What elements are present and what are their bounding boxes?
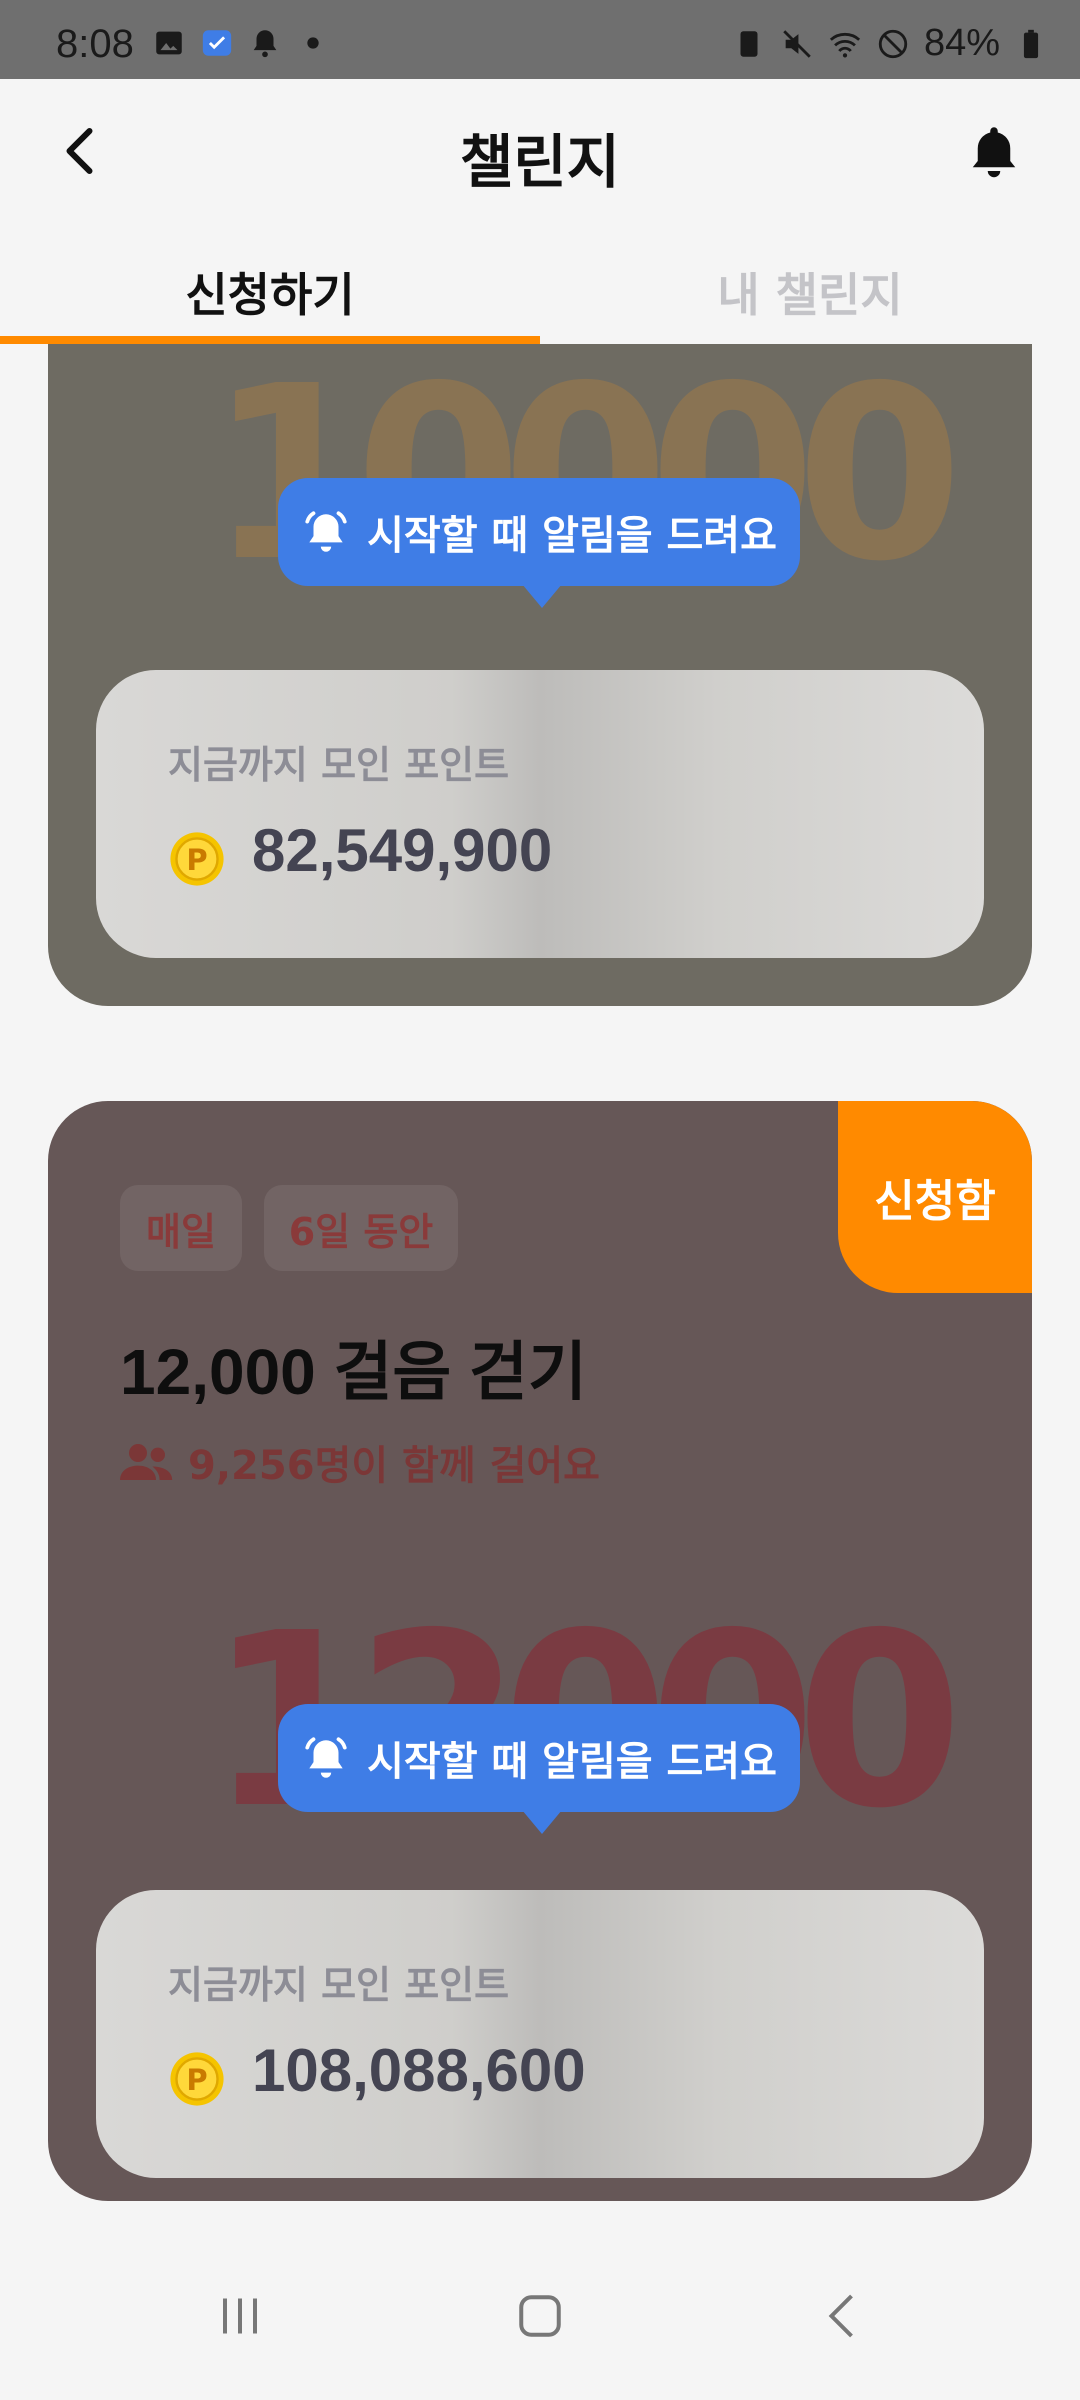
- tooltip-text: 시작할 때 알림을 드려요: [367, 1739, 777, 1785]
- challenge-card[interactable]: 신청함 매일 6일 동안 12,000 걸음 걷기 9,256명이 함께 걸어요…: [48, 1101, 1032, 2201]
- participants-text: 9,256명이 함께 걸어요: [188, 1443, 600, 1489]
- challenge-title: 12,000 걸음 걷기: [120, 1336, 587, 1408]
- tab-my-challenges[interactable]: 내 챌린지: [540, 229, 1080, 344]
- bell-icon[interactable]: [964, 119, 1024, 183]
- points-value: 82,549,900: [252, 817, 553, 884]
- recent-apps-button[interactable]: [210, 2286, 270, 2346]
- alarm-bell-icon: [305, 511, 347, 552]
- notification-bell-icon: [253, 30, 277, 58]
- do-not-disturb-icon: [878, 29, 908, 58]
- system-nav-bar: [0, 2230, 1080, 2400]
- app-icon: [202, 30, 232, 56]
- app-header: 챌린지: [0, 79, 1080, 229]
- battery-saver-icon: [740, 30, 758, 57]
- start-notification-tooltip[interactable]: 시작할 때 알림을 드려요: [278, 478, 800, 608]
- frequency-chip: 매일: [120, 1185, 242, 1271]
- back-nav-button[interactable]: [814, 2286, 874, 2346]
- points-label: 지금까지 모인 포인트: [168, 1963, 510, 2007]
- battery-percent: 84%: [923, 22, 1000, 64]
- status-bar: 8:08 84%: [0, 0, 1080, 79]
- svg-text:P: P: [186, 843, 207, 877]
- duration-chip: 6일 동안: [264, 1185, 458, 1271]
- page-title: 챌린지: [459, 128, 621, 196]
- coin-icon: P: [170, 2052, 224, 2106]
- tab-apply[interactable]: 신청하기: [0, 229, 540, 344]
- tooltip-text: 시작할 때 알림을 드려요: [367, 513, 777, 559]
- applied-badge: 신청함: [838, 1101, 1032, 1293]
- alarm-bell-icon: [305, 1737, 347, 1778]
- people-icon: [120, 1444, 173, 1480]
- mute-icon: [783, 29, 811, 58]
- challenge-list[interactable]: 10000 시작할 때 알림을 드려요 지금까지 모인 포인트 P 82,549…: [0, 344, 1080, 2230]
- points-box: 지금까지 모인 포인트 P 82,549,900: [96, 670, 984, 958]
- challenge-card[interactable]: 10000 시작할 때 알림을 드려요 지금까지 모인 포인트 P 82,549…: [48, 344, 1032, 1006]
- battery-icon: [1023, 29, 1039, 58]
- home-button[interactable]: [510, 2286, 570, 2346]
- image-icon: [156, 31, 182, 55]
- status-time: 8:08: [56, 22, 134, 66]
- points-value: 108,088,600: [252, 2037, 586, 2104]
- start-notification-tooltip[interactable]: 시작할 때 알림을 드려요: [278, 1704, 800, 1834]
- points-box: 지금까지 모인 포인트 P 108,088,600: [96, 1890, 984, 2178]
- tab-bar: 신청하기 내 챌린지: [0, 229, 1080, 344]
- participants-row: 9,256명이 함께 걸어요: [120, 1433, 600, 1491]
- svg-text:P: P: [186, 2063, 207, 2097]
- dot-icon: [307, 37, 319, 49]
- status-system-icons: 84%: [732, 22, 1048, 65]
- wifi-icon: [829, 32, 861, 57]
- coin-icon: P: [170, 832, 224, 886]
- status-notification-icons: [152, 26, 330, 60]
- points-label: 지금까지 모인 포인트: [168, 743, 510, 787]
